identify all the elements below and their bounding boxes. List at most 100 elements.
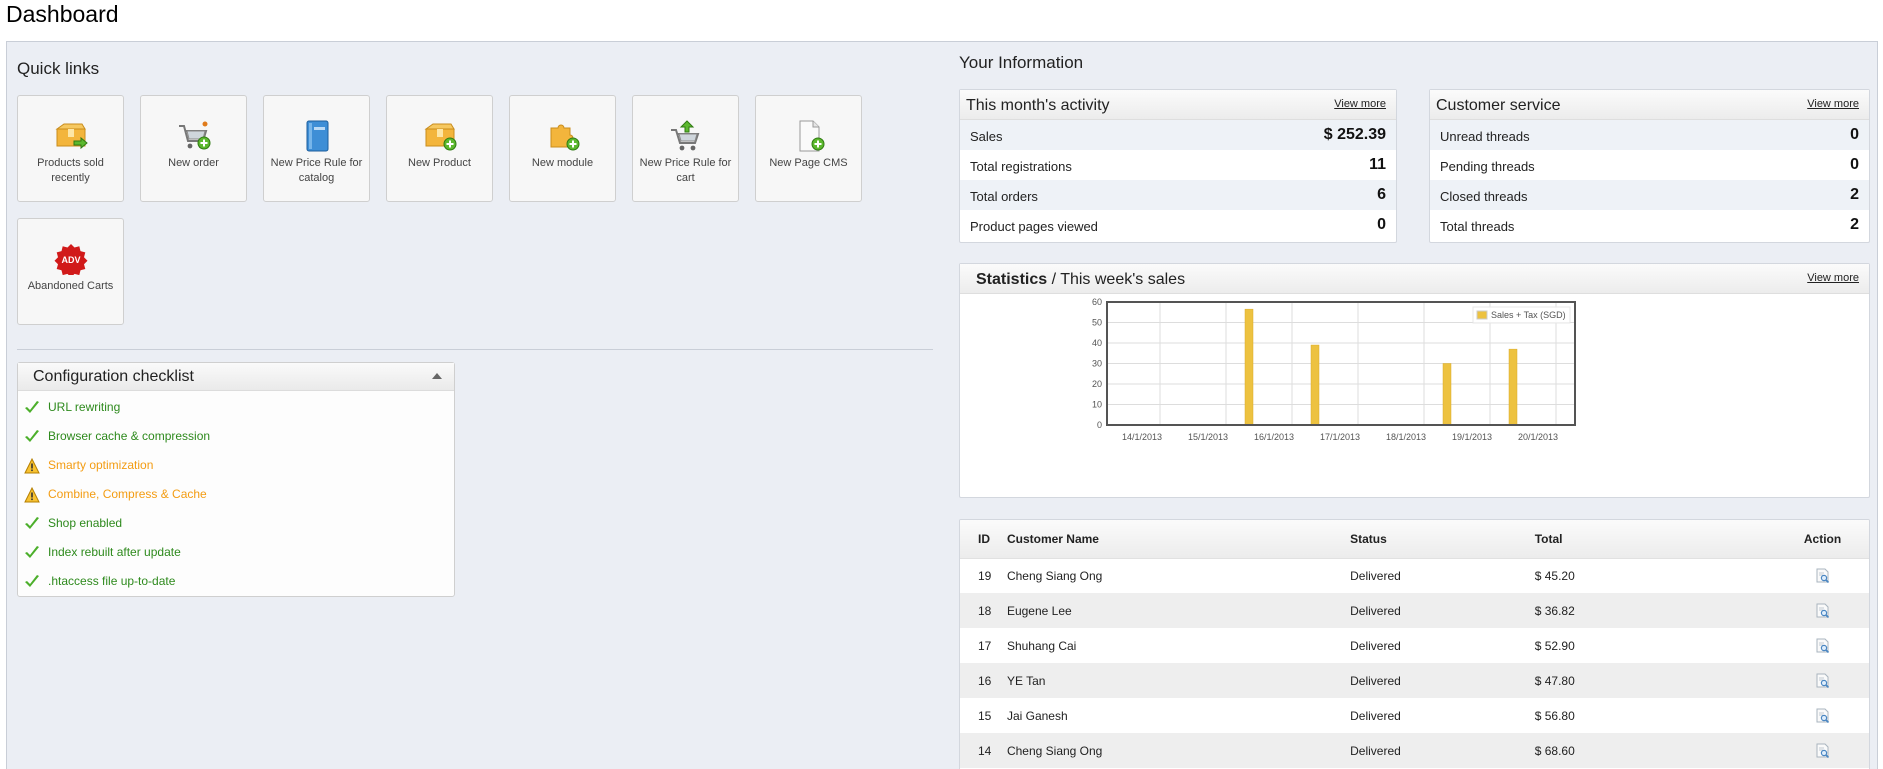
customer-service-rows: Unread threads 0 Pending threads 0 Closed …	[1430, 120, 1869, 240]
panel-header: Customer service View more	[1430, 90, 1869, 120]
stat-label: Total registrations	[970, 159, 1072, 174]
quick-link-products-sold-recently[interactable]: Products sold recently	[17, 95, 124, 202]
view-more-link[interactable]: View more	[1807, 272, 1859, 284]
legend-label: Sales + Tax (SGD)	[1491, 310, 1566, 320]
y-tick-label: 60	[1092, 297, 1102, 307]
customer-name-cell: Eugene Lee	[1006, 593, 1351, 628]
order-id-cell: 18	[960, 593, 1007, 628]
x-tick-label: 17/1/2013	[1320, 432, 1360, 442]
column-header-customer-name[interactable]: Customer Name	[1006, 520, 1351, 559]
y-tick-label: 0	[1097, 420, 1102, 430]
view-details-icon[interactable]	[1816, 708, 1830, 724]
checklist-item-label[interactable]: Index rebuilt after update	[48, 545, 181, 559]
column-header-id[interactable]: ID	[960, 520, 1007, 559]
checklist-item-label[interactable]: URL rewriting	[48, 400, 120, 414]
x-tick-label: 16/1/2013	[1254, 432, 1294, 442]
view-details-icon[interactable]	[1816, 743, 1830, 759]
view-details-icon[interactable]	[1816, 638, 1830, 654]
product-box-add-icon	[424, 123, 457, 151]
quick-link-new-price-rule-catalog[interactable]: New Price Rule for catalog	[263, 95, 370, 202]
check-icon	[25, 575, 39, 587]
quick-link-abandoned-carts[interactable]: ADV Abandoned Carts	[17, 218, 124, 325]
table-row[interactable]: 14 Cheng Siang Ong Delivered $ 68.60	[960, 733, 1869, 768]
action-cell	[1782, 663, 1869, 698]
check-icon	[25, 517, 39, 529]
view-details-icon[interactable]	[1816, 603, 1830, 619]
column-header-status[interactable]: Status	[1350, 520, 1535, 559]
warning-icon	[24, 487, 40, 503]
x-tick-label: 14/1/2013	[1122, 432, 1162, 442]
check-icon	[25, 430, 39, 442]
section-divider	[17, 349, 933, 350]
stat-value: 0	[1850, 126, 1859, 143]
cart-add-icon	[179, 121, 211, 150]
stat-label: Product pages viewed	[970, 219, 1098, 234]
checklist-item-label[interactable]: Combine, Compress & Cache	[48, 487, 207, 501]
puzzle-add-icon	[550, 124, 580, 151]
status-cell: Delivered	[1350, 663, 1535, 698]
catalog-book-icon	[306, 120, 329, 152]
stat-row: Sales $ 252.39	[960, 120, 1396, 150]
checklist-item-label[interactable]: Browser cache & compression	[48, 429, 210, 443]
status-cell: Delivered	[1350, 568, 1401, 583]
y-tick-label: 10	[1092, 400, 1102, 410]
stat-row: Total registrations 11	[960, 150, 1396, 180]
stat-row: Product pages viewed 0	[960, 210, 1396, 240]
stat-value: 6	[1377, 186, 1386, 203]
stat-row: Total orders 6	[960, 180, 1396, 210]
x-tick-label: 19/1/2013	[1452, 432, 1492, 442]
page-title: Dashboard	[6, 1, 119, 27]
checklist-items: URL rewriting Browser cache & compressio…	[18, 391, 454, 598]
quick-link-label: New Price Rule for cart	[639, 157, 732, 184]
checklist-header: Configuration checklist	[18, 363, 454, 391]
column-header-total[interactable]: Total	[1534, 520, 1783, 559]
quick-link-label: New Price Rule for catalog	[270, 157, 363, 184]
view-details-icon[interactable]	[1816, 568, 1830, 584]
view-more-link[interactable]: View more	[1334, 98, 1386, 110]
table-row[interactable]: 16 YE Tan Delivered $ 47.80	[960, 663, 1869, 698]
total-cell: $ 36.82	[1534, 593, 1783, 628]
quick-link-label: Products sold recently	[37, 157, 104, 184]
table-row[interactable]: 19 Cheng Siang Ong Delivered $ 45.20	[960, 558, 1869, 593]
dashboard-main: Quick links Products sold recently New o…	[6, 41, 1878, 769]
stat-value: 2	[1850, 216, 1859, 233]
quick-link-new-order[interactable]: New order	[140, 95, 247, 202]
quick-link-label: New Page CMS	[769, 157, 848, 169]
collapse-arrow-icon[interactable]	[432, 373, 442, 379]
panel-header: Statistics / This week's sales View more	[960, 264, 1869, 294]
quick-link-label: New Product	[408, 157, 471, 169]
view-details-icon[interactable]	[1816, 673, 1830, 689]
status-cell: Delivered	[1350, 593, 1535, 628]
product-box-arrow-icon	[55, 123, 88, 150]
checklist-item-label[interactable]: Shop enabled	[48, 516, 122, 530]
y-tick-label: 20	[1092, 379, 1102, 389]
customer-name-cell: Cheng Siang Ong	[1006, 568, 1103, 583]
checklist-item: Combine, Compress & Cache	[18, 482, 454, 511]
table-row[interactable]: 17 Shuhang Cai Delivered $ 52.90	[960, 628, 1869, 663]
customer-name-cell: Cheng Siang Ong	[1006, 733, 1351, 768]
total-cell: $ 52.90	[1534, 638, 1575, 653]
quick-link-new-price-rule-cart[interactable]: New Price Rule for cart	[632, 95, 739, 202]
quick-link-new-module[interactable]: New module	[509, 95, 616, 202]
stat-value: 0	[1850, 156, 1859, 173]
activity-rows: Sales $ 252.39 Total registrations 11 Tota…	[960, 120, 1396, 240]
checklist-item-label[interactable]: Smarty optimization	[48, 458, 153, 472]
table-row[interactable]: 18 Eugene Lee Delivered $ 36.82	[960, 593, 1869, 628]
checklist-item: Shop enabled	[18, 511, 454, 540]
statistics-title-rest: / This week's sales	[1047, 271, 1186, 288]
status-cell: Delivered	[1350, 708, 1401, 723]
checklist-item-label[interactable]: .htaccess file up-to-date	[48, 574, 175, 588]
quick-link-label: New order	[168, 157, 219, 169]
quick-link-new-page-cms[interactable]: New Page CMS	[755, 95, 862, 202]
sales-bar	[1244, 308, 1254, 426]
view-more-link[interactable]: View more	[1807, 98, 1859, 110]
stat-label: Closed threads	[1440, 189, 1528, 204]
sales-bar	[1508, 348, 1518, 426]
x-tick-label: 20/1/2013	[1518, 432, 1558, 442]
order-id-cell: 15	[978, 708, 992, 723]
quick-link-new-product[interactable]: New Product	[386, 95, 493, 202]
checklist-item: URL rewriting	[18, 395, 454, 424]
customer-name-cell: YE Tan	[1006, 663, 1351, 698]
customer-name-cell: Shuhang Cai	[1006, 638, 1077, 653]
table-row[interactable]: 15 Jai Ganesh Delivered $ 56.80	[960, 698, 1869, 733]
